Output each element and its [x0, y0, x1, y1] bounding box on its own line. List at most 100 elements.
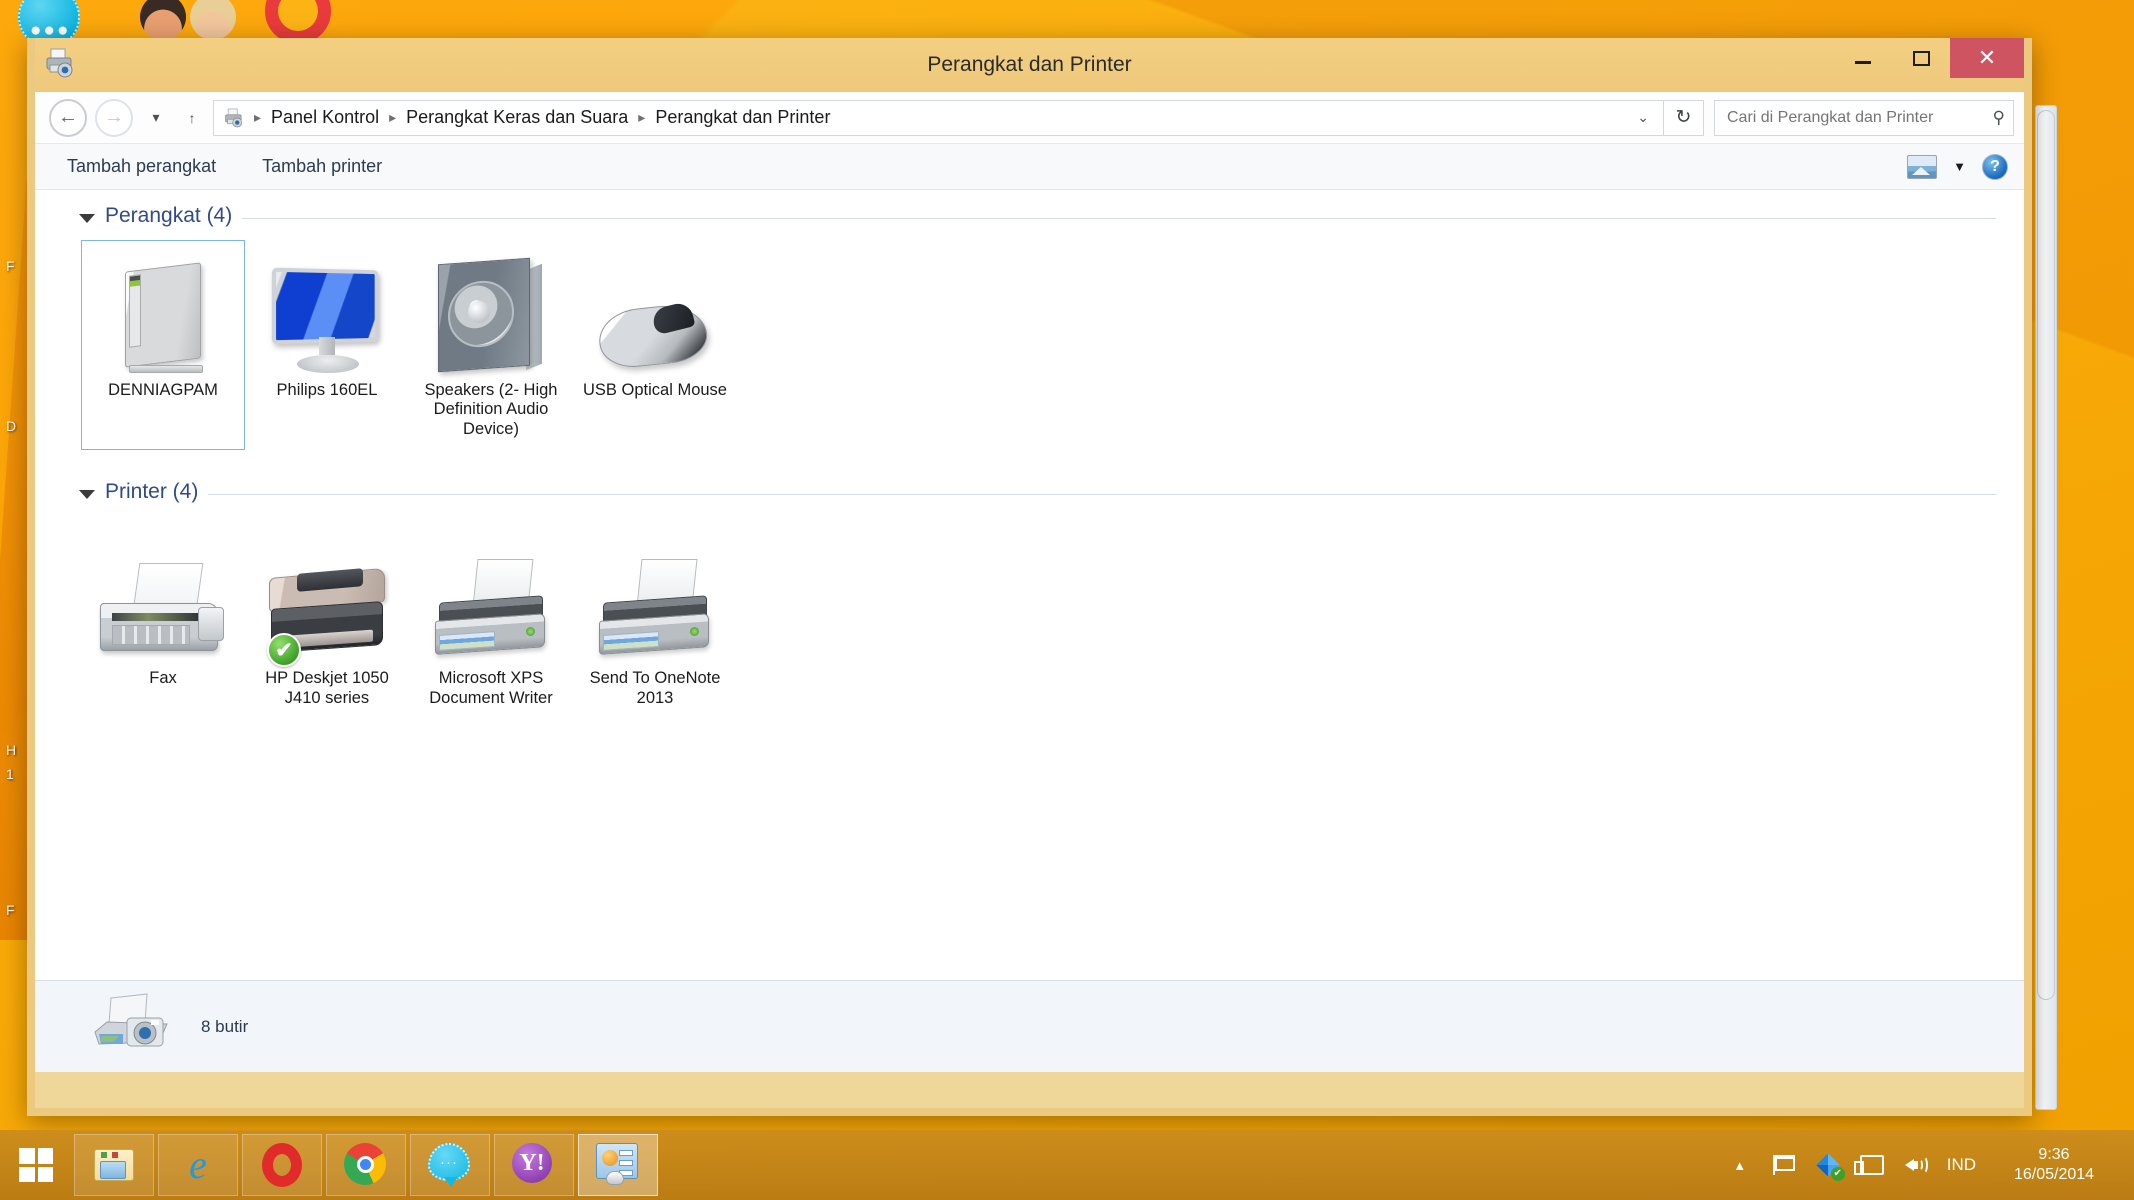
printer-tile-hp-deskjet-1050[interactable]: ✔ HP Deskjet 1050 J410 series — [245, 528, 409, 719]
speaker-icon — [414, 247, 568, 375]
group-title-printers: Printer (4) — [105, 480, 199, 504]
start-button[interactable] — [0, 1130, 72, 1200]
opera-icon — [260, 1143, 304, 1187]
devices-and-printers-icon — [43, 46, 77, 85]
taskbar-button-messenger[interactable]: ··· — [410, 1134, 490, 1196]
dropbox-icon[interactable]: ✔ — [1815, 1152, 1845, 1181]
chevron-down-icon[interactable]: ⌄ — [1637, 109, 1655, 126]
group-header-printers[interactable]: Printer (4) — [35, 480, 2024, 504]
chevron-down-icon[interactable]: ▼ — [1953, 159, 1966, 174]
group-title-devices: Perangkat (4) — [105, 204, 233, 227]
taskbar-button-chrome[interactable] — [326, 1134, 406, 1196]
add-device-button[interactable]: Tambah perangkat — [57, 152, 226, 181]
language-indicator[interactable]: IND — [1947, 1155, 1976, 1175]
window-title: Perangkat dan Printer — [927, 53, 1132, 76]
fax-icon — [86, 535, 240, 663]
printer-tile-label: HP Deskjet 1050 J410 series — [265, 669, 389, 707]
minimize-button[interactable] — [1834, 38, 1892, 78]
recent-locations-caret-icon[interactable]: ▾ — [141, 99, 171, 137]
avatar-light-icon — [190, 0, 236, 40]
default-printer-badge-icon: ✔ — [267, 633, 301, 668]
address-bar-row: ← → ▾ ↑ ▸ Panel Kontrol ▸ Perangkat Kera… — [35, 92, 2024, 144]
add-printer-button[interactable]: Tambah printer — [252, 152, 392, 181]
taskbar-button-opera[interactable] — [242, 1134, 322, 1196]
desktop-label-1: F — [6, 258, 15, 274]
group-header-devices[interactable]: Perangkat (4) — [35, 204, 2024, 228]
command-bar-right: ▼ ? — [1907, 153, 2008, 180]
taskbar-button-file-explorer[interactable] — [74, 1134, 154, 1196]
breadcrumb-item-devices-and-printers[interactable]: Perangkat dan Printer — [651, 105, 834, 130]
taskbar: e ··· Y! ▲ ✔ IND 9:36 16/05/2014 — [0, 1130, 2134, 1200]
monitor-icon — [250, 247, 404, 375]
printer-icon — [578, 535, 732, 663]
preview-pane-icon[interactable] — [1907, 154, 1938, 179]
device-tile-philips-160el[interactable]: Philips 160EL — [245, 240, 409, 450]
group-rule — [242, 217, 1996, 219]
action-center-flag-icon[interactable] — [1771, 1152, 1797, 1178]
device-tile-speakers[interactable]: Speakers (2- High Definition Audio Devic… — [409, 240, 573, 450]
taskbar-button-yahoo-messenger[interactable]: Y! — [494, 1134, 574, 1196]
window-controls: ✕ — [1834, 38, 2024, 78]
printer-tile-label: Send To OneNote 2013 — [589, 669, 721, 707]
devices-and-printers-icon — [596, 1143, 640, 1187]
devices-tile-list: DENNIAGPAM Philips 160EL Speakers (2- Hi… — [35, 234, 2024, 451]
desktop-icon-avatar-dark[interactable] — [140, 0, 186, 40]
printers-tile-list: Fax ✔ HP Deskjet 1050 J410 series Micros… — [35, 510, 2024, 719]
taskbar-button-internet-explorer[interactable]: e — [158, 1134, 238, 1196]
refresh-button[interactable]: ↻ — [1664, 99, 1704, 136]
printer-tile-send-to-onenote-2013[interactable]: Send To OneNote 2013 — [573, 528, 737, 719]
back-button[interactable]: ← — [49, 98, 87, 137]
breadcrumb[interactable]: ▸ Panel Kontrol ▸ Perangkat Keras dan Su… — [213, 99, 1664, 136]
collapse-caret-icon[interactable] — [79, 489, 95, 499]
printer-tile-label: Fax — [149, 669, 177, 688]
group-rule — [208, 493, 1996, 495]
taskbar-button-devices-and-printers[interactable] — [578, 1134, 658, 1196]
printer-tile-microsoft-xps-document-writer[interactable]: Microsoft XPS Document Writer — [409, 528, 573, 719]
search-input[interactable] — [1725, 107, 1993, 128]
windows-logo-icon — [19, 1148, 53, 1182]
desktop-icon-avatar-light[interactable] — [190, 0, 236, 40]
show-hidden-icons-icon[interactable]: ▲ — [1727, 1152, 1753, 1178]
device-tile-usb-optical-mouse[interactable]: USB Optical Mouse — [573, 240, 737, 450]
avatar-dark-icon — [140, 0, 186, 40]
printer-tile-label: Microsoft XPS Document Writer — [429, 669, 553, 707]
chat-bubble-icon: ··· — [428, 1143, 472, 1187]
devices-and-printers-window: Perangkat dan Printer ✕ ← → ▾ ↑ ▸ Panel — [27, 38, 2032, 1116]
file-explorer-icon — [92, 1143, 136, 1187]
desktop-label-4: 1 — [6, 766, 14, 782]
device-tile-label: Philips 160EL — [276, 381, 378, 399]
yahoo-icon: Y! — [512, 1143, 556, 1187]
forward-button[interactable]: → — [95, 98, 133, 137]
printer-tile-fax[interactable]: Fax — [81, 528, 245, 719]
network-icon[interactable] — [1853, 1152, 1885, 1178]
device-tile-label: USB Optical Mouse — [583, 381, 727, 399]
title-bar[interactable]: Perangkat dan Printer ✕ — [35, 38, 2024, 92]
breadcrumb-separator-0: ▸ — [254, 109, 262, 125]
desktop-label-2: D — [6, 418, 17, 434]
clock[interactable]: 9:36 16/05/2014 — [1994, 1145, 2114, 1185]
chrome-icon — [344, 1143, 388, 1187]
search-icon[interactable]: ⚲ — [1993, 108, 2005, 128]
breadcrumb-item-hardware-and-sound[interactable]: Perangkat Keras dan Suara — [402, 105, 632, 130]
desktop-label-5: F — [6, 902, 15, 918]
collapse-caret-icon[interactable] — [79, 213, 95, 223]
clock-time: 9:36 — [2038, 1146, 2070, 1163]
device-tile-denniagpam[interactable]: DENNIAGPAM — [81, 240, 245, 451]
deskjet-printer-icon: ✔ — [250, 535, 404, 668]
up-button[interactable]: ↑ — [177, 99, 207, 137]
help-icon[interactable]: ? — [1982, 153, 2008, 180]
search-box[interactable]: ⚲ — [1714, 99, 2014, 136]
volume-icon[interactable] — [1903, 1152, 1929, 1178]
maximize-button[interactable] — [1892, 38, 1950, 78]
device-tile-label: Speakers (2- High Definition Audio Devic… — [424, 381, 558, 438]
chat-bubble-dots: ··· — [428, 1143, 470, 1187]
breadcrumb-separator-2: ▸ — [638, 109, 646, 125]
close-button[interactable]: ✕ — [1950, 38, 2024, 78]
printer-icon — [414, 535, 568, 663]
items-view: Perangkat (4) DENNIAGPAM Philips 160EL S… — [35, 190, 2024, 980]
breadcrumb-icon — [222, 107, 246, 129]
clock-date: 16/05/2014 — [2013, 1166, 2095, 1183]
printer-camera-icon — [89, 992, 175, 1062]
background-scrollbar-thumb[interactable] — [2037, 110, 2055, 1000]
breadcrumb-item-control-panel[interactable]: Panel Kontrol — [267, 105, 383, 130]
